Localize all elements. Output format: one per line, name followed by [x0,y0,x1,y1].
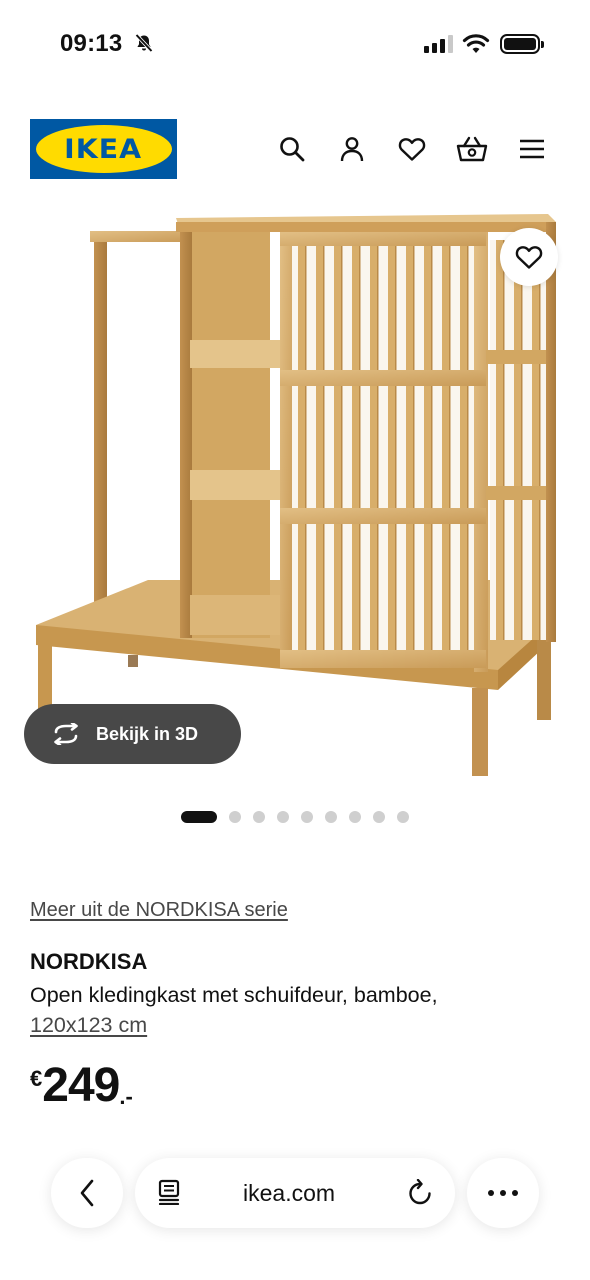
status-bar: 09:13 [0,0,590,88]
wifi-icon [462,34,490,53]
product-size-link[interactable]: 120x123 cm [30,1013,147,1037]
ikea-logo[interactable]: IKEA [30,119,177,179]
product-image-wardrobe[interactable] [28,200,563,785]
carousel-dot[interactable] [277,811,289,823]
status-time: 09:13 [60,30,123,57]
product-description-text: Open kledingkast met schuifdeur, bamboe, [30,983,438,1007]
reader-mode-icon[interactable] [157,1179,183,1205]
search-button[interactable] [272,132,312,166]
view-in-3d-button[interactable]: Bekijk in 3D [24,704,241,764]
carousel-dot[interactable] [325,811,337,823]
wishlist-button[interactable] [392,132,432,166]
bell-off-icon [135,33,153,53]
price-currency: € [30,1066,43,1091]
product-price: € 249 .- [30,1060,133,1112]
view-in-3d-label: Bekijk in 3D [96,723,199,744]
header-actions [272,132,552,166]
user-icon [340,137,364,162]
logo-text: IKEA [64,133,143,165]
carousel-dot[interactable] [373,811,385,823]
heart-icon [398,138,426,161]
carousel-dot[interactable] [253,811,265,823]
hamburger-menu-icon [520,139,544,159]
cellular-signal-icon [424,35,453,53]
image-carousel-indicator[interactable] [181,811,409,823]
menu-button[interactable] [512,132,552,166]
carousel-dot[interactable] [349,811,361,823]
url-text: ikea.com [243,1180,336,1206]
battery-icon [500,34,544,54]
carousel-dot[interactable] [397,811,409,823]
address-bar[interactable]: ikea.com [135,1158,455,1228]
price-decimal: .- [119,1084,133,1109]
series-link[interactable]: Meer uit de NORDKISA serie [30,899,288,922]
heart-icon [515,246,543,269]
account-button[interactable] [332,132,372,166]
price-integer: 249 [42,1059,120,1112]
carousel-dot[interactable] [181,811,217,823]
chevron-left-icon [80,1179,94,1207]
carousel-dot[interactable] [229,811,241,823]
browser-back-button[interactable] [51,1158,123,1228]
product-favorite-button[interactable] [500,228,558,286]
more-dots-icon [488,1190,518,1196]
product-name: NORDKISA [30,949,148,974]
browser-more-button[interactable] [467,1158,539,1228]
rotate-3d-icon [54,723,78,745]
reload-icon[interactable] [407,1179,433,1207]
cart-button[interactable] [452,132,492,166]
search-icon [280,137,305,162]
product-description: Open kledingkast met schuifdeur, bamboe,… [30,980,560,1040]
browser-toolbar: ikea.com [0,1138,590,1248]
carousel-dot[interactable] [301,811,313,823]
shopping-basket-icon [456,136,488,162]
